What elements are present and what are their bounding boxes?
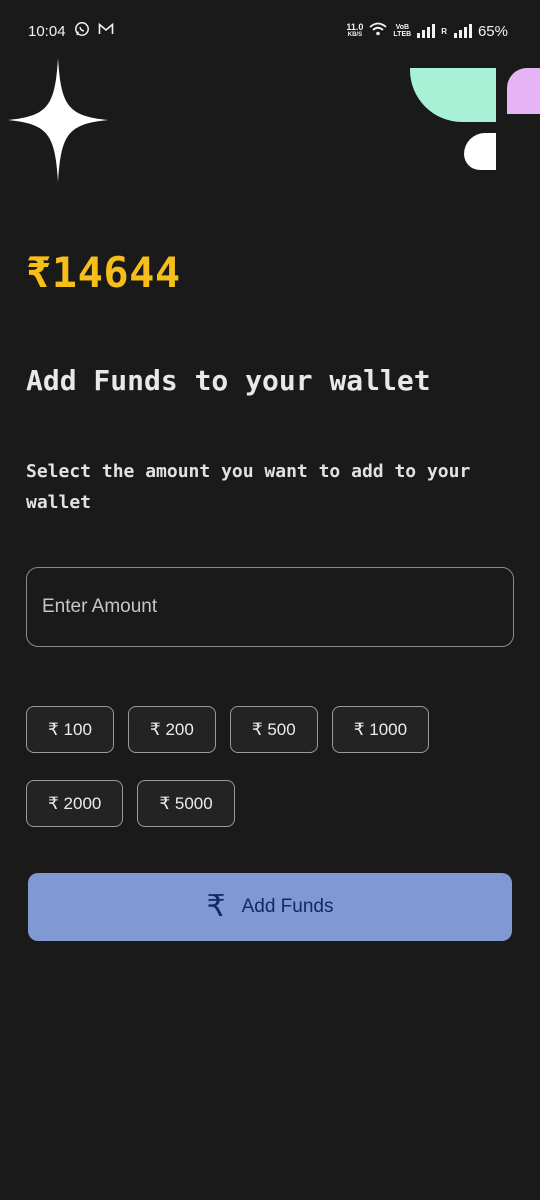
amount-chip-1000[interactable]: ₹ 1000	[331, 706, 430, 753]
status-bar: 10:04 11.0 KB/S VoB LTEB R 65%	[0, 0, 540, 62]
amount-chips-row-1: ₹ 100 ₹ 200 ₹ 500 ₹ 1000	[26, 706, 430, 753]
network-speed-value: 11.0	[346, 22, 364, 32]
roaming-label: R	[441, 26, 447, 36]
mint-leaf-shape	[410, 68, 496, 122]
signal-sim1-icon	[417, 24, 436, 38]
rupee-icon: ₹	[206, 890, 226, 923]
wallet-screen: 10:04 11.0 KB/S VoB LTEB R 65% ₹14644 Ad…	[0, 0, 540, 1200]
volte-top: VoB	[395, 24, 410, 31]
volte-bottom: LTEB	[393, 31, 412, 38]
network-speed: 11.0 KB/S	[346, 23, 363, 39]
amount-chip-500[interactable]: ₹ 500	[229, 706, 318, 753]
whatsapp-icon	[74, 21, 90, 41]
decorative-shapes	[410, 68, 540, 170]
amount-chip-200[interactable]: ₹ 200	[127, 706, 216, 753]
add-funds-button[interactable]: ₹ Add Funds	[28, 873, 512, 941]
battery-level: 65%	[477, 22, 508, 40]
amount-chips-row-2: ₹ 2000 ₹ 5000	[26, 780, 235, 827]
status-right: 11.0 KB/S VoB LTEB R 65%	[346, 22, 508, 40]
amount-chip-5000[interactable]: ₹ 5000	[137, 780, 235, 827]
status-time: 10:04	[28, 22, 66, 40]
gmail-icon	[98, 22, 114, 40]
amount-chip-2000[interactable]: ₹ 2000	[26, 780, 124, 827]
wifi-icon	[369, 22, 388, 40]
lavender-shape	[507, 68, 540, 114]
amount-input[interactable]	[26, 567, 514, 647]
page-title: Add Funds to your wallet	[26, 364, 431, 397]
signal-sim2-icon	[453, 24, 472, 38]
status-left: 10:04	[28, 21, 114, 41]
wallet-balance: ₹14644	[26, 248, 181, 297]
page-subtitle: Select the amount you want to add to you…	[26, 461, 471, 513]
network-speed-unit: KB/S	[347, 32, 363, 38]
add-funds-label: Add Funds	[241, 896, 334, 917]
volte-indicator: VoB LTEB	[393, 24, 411, 38]
sparkle-icon	[8, 58, 108, 182]
amount-chip-100[interactable]: ₹ 100	[26, 706, 114, 753]
white-drop-shape	[464, 133, 496, 170]
